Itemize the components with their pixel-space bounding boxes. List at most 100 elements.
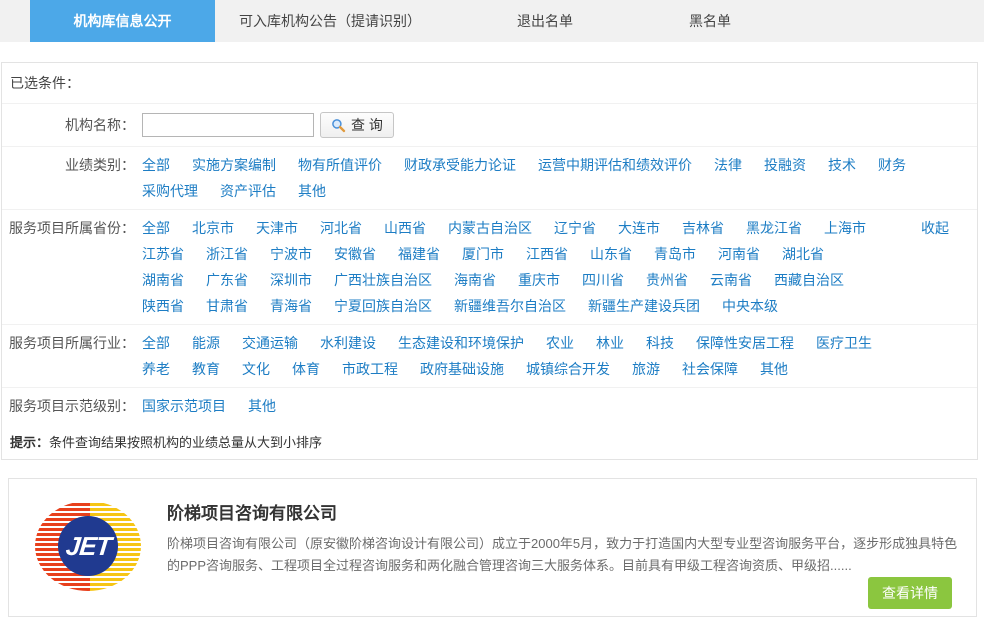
- filter-option-link[interactable]: 广西壮族自治区: [334, 267, 432, 293]
- filter-row-1: 服务项目所属省份： 全部北京市天津市河北省山西省内蒙古自治区辽宁省大连市吉林省黑龙…: [2, 210, 977, 325]
- selected-conditions-label: 已选条件：: [10, 73, 80, 93]
- filter-option-link[interactable]: 吉林省: [682, 215, 724, 241]
- filter-option-link[interactable]: 其他: [298, 178, 326, 204]
- filter-row-label: 服务项目所属省份：: [2, 215, 135, 319]
- filter-option-link[interactable]: 医疗卫生: [816, 330, 872, 356]
- filter-option-link[interactable]: 黑龙江省: [746, 215, 802, 241]
- org-name-row: 机构名称： 查 询: [2, 104, 977, 147]
- filter-option-link[interactable]: 青海省: [270, 293, 312, 319]
- filter-row-options: 全部能源交通运输水利建设生态建设和环境保护农业林业科技保障性安居工程医疗卫生养老…: [135, 330, 977, 382]
- filter-option-link[interactable]: 财务: [878, 152, 906, 178]
- tab-1[interactable]: 可入库机构公告（提请识别）: [215, 0, 445, 42]
- filter-option-link[interactable]: 政府基础设施: [420, 356, 504, 382]
- filter-option-link[interactable]: 湖北省: [782, 241, 824, 267]
- filter-row-label: 服务项目所属行业：: [2, 330, 135, 382]
- filter-option-link[interactable]: 甘肃省: [206, 293, 248, 319]
- filter-option-link[interactable]: 河北省: [320, 215, 362, 241]
- filter-option-link[interactable]: 投融资: [764, 152, 806, 178]
- filter-option-link[interactable]: 宁夏回族自治区: [334, 293, 432, 319]
- filter-option-link[interactable]: 广东省: [206, 267, 248, 293]
- filter-option-link[interactable]: 国家示范项目: [142, 393, 226, 419]
- filter-option-link[interactable]: 技术: [828, 152, 856, 178]
- filter-option-link[interactable]: 北京市: [192, 215, 234, 241]
- filter-option-link[interactable]: 物有所值评价: [298, 152, 382, 178]
- filter-option-link[interactable]: 新疆生产建设兵团: [588, 293, 700, 319]
- filter-option-link[interactable]: 云南省: [710, 267, 752, 293]
- filter-option-link[interactable]: 河南省: [718, 241, 760, 267]
- filter-option-link[interactable]: 中央本级: [722, 293, 778, 319]
- filter-option-link[interactable]: 湖南省: [142, 267, 184, 293]
- filter-option-link[interactable]: 城镇综合开发: [526, 356, 610, 382]
- filter-option-link[interactable]: 实施方案编制: [192, 152, 276, 178]
- filter-option-link[interactable]: 大连市: [618, 215, 660, 241]
- filter-option-link[interactable]: 新疆维吾尔自治区: [454, 293, 566, 319]
- logo-circle: JET: [58, 516, 118, 576]
- filter-option-link[interactable]: 厦门市: [462, 241, 504, 267]
- filter-option-link[interactable]: 科技: [646, 330, 674, 356]
- filter-option-link[interactable]: 贵州省: [646, 267, 688, 293]
- filter-option-link[interactable]: 全部: [142, 330, 170, 356]
- filter-row-3: 服务项目示范级别：国家示范项目其他: [2, 388, 977, 424]
- filter-option-link[interactable]: 法律: [714, 152, 742, 178]
- view-details-button[interactable]: 查看详情: [868, 577, 952, 609]
- filter-option-link[interactable]: 全部: [142, 215, 170, 241]
- filter-option-link[interactable]: 福建省: [398, 241, 440, 267]
- filter-option-link[interactable]: 保障性安居工程: [696, 330, 794, 356]
- filter-option-link[interactable]: 农业: [546, 330, 574, 356]
- filter-option-link[interactable]: 宁波市: [270, 241, 312, 267]
- filter-option-link[interactable]: 社会保障: [682, 356, 738, 382]
- filter-option-link[interactable]: 江苏省: [142, 241, 184, 267]
- filter-option-link[interactable]: 江西省: [526, 241, 568, 267]
- filter-option-link[interactable]: 海南省: [454, 267, 496, 293]
- filter-option-link[interactable]: 天津市: [256, 215, 298, 241]
- filter-option-link[interactable]: 内蒙古自治区: [448, 215, 532, 241]
- org-name-input[interactable]: [142, 113, 314, 137]
- filter-option-link[interactable]: 教育: [192, 356, 220, 382]
- filter-option-link[interactable]: 采购代理: [142, 178, 198, 204]
- filter-option-link[interactable]: 陕西省: [142, 293, 184, 319]
- company-title[interactable]: 阶梯项目咨询有限公司: [167, 499, 958, 524]
- filter-option-link[interactable]: 市政工程: [342, 356, 398, 382]
- filter-row-2: 服务项目所属行业：全部能源交通运输水利建设生态建设和环境保护农业林业科技保障性安…: [2, 325, 977, 388]
- filter-option-link[interactable]: 重庆市: [518, 267, 560, 293]
- filter-option-link[interactable]: 文化: [242, 356, 270, 382]
- filter-option-link[interactable]: 资产评估: [220, 178, 276, 204]
- filter-option-link[interactable]: 上海市: [824, 215, 866, 241]
- filter-option-link[interactable]: 其他: [248, 393, 276, 419]
- filter-option-link[interactable]: 生态建设和环境保护: [398, 330, 524, 356]
- org-name-label: 机构名称：: [2, 112, 135, 138]
- tab-3[interactable]: 黑名单: [645, 0, 775, 42]
- filter-option-link[interactable]: 其他: [760, 356, 788, 382]
- company-description: 阶梯项目咨询有限公司（原安徽阶梯咨询设计有限公司）成立于2000年5月，致力于打…: [167, 533, 958, 577]
- filter-option-link[interactable]: 全部: [142, 152, 170, 178]
- filter-option-link[interactable]: 西藏自治区: [774, 267, 844, 293]
- filter-option-link[interactable]: 养老: [142, 356, 170, 382]
- filter-option-link[interactable]: 林业: [596, 330, 624, 356]
- search-button-label: 查 询: [351, 115, 383, 135]
- filter-option-link[interactable]: 辽宁省: [554, 215, 596, 241]
- filter-option-link[interactable]: 山东省: [590, 241, 632, 267]
- tip-label: 提示：: [10, 435, 49, 450]
- filter-option-link[interactable]: 交通运输: [242, 330, 298, 356]
- filter-panel: 已选条件： 机构名称： 查 询 业绩类别：全部实施方案编制物有所值评价财政承受能…: [1, 62, 978, 460]
- tip-row: 提示：条件查询结果按照机构的业绩总量从大到小排序: [2, 424, 977, 459]
- filter-option-link[interactable]: 财政承受能力论证: [404, 152, 516, 178]
- search-button[interactable]: 查 询: [320, 112, 394, 138]
- filter-option-link[interactable]: 安徽省: [334, 241, 376, 267]
- filter-rows: 业绩类别：全部实施方案编制物有所值评价财政承受能力论证运营中期评估和绩效评价法律…: [2, 147, 977, 424]
- filter-option-link[interactable]: 旅游: [632, 356, 660, 382]
- filter-option-link[interactable]: 运营中期评估和绩效评价: [538, 152, 692, 178]
- filter-option-link[interactable]: 深圳市: [270, 267, 312, 293]
- tab-0[interactable]: 机构库信息公开: [30, 0, 215, 42]
- filter-option-link[interactable]: 能源: [192, 330, 220, 356]
- tab-2[interactable]: 退出名单: [445, 0, 645, 42]
- collapse-link[interactable]: 收起: [921, 215, 949, 241]
- filter-option-link[interactable]: 青岛市: [654, 241, 696, 267]
- filter-option-link[interactable]: 水利建设: [320, 330, 376, 356]
- filter-option-link[interactable]: 浙江省: [206, 241, 248, 267]
- filter-option-link[interactable]: 四川省: [582, 267, 624, 293]
- tip-text: 条件查询结果按照机构的业绩总量从大到小排序: [49, 435, 322, 450]
- filter-row-0: 业绩类别：全部实施方案编制物有所值评价财政承受能力论证运营中期评估和绩效评价法律…: [2, 147, 977, 210]
- filter-option-link[interactable]: 山西省: [384, 215, 426, 241]
- filter-option-link[interactable]: 体育: [292, 356, 320, 382]
